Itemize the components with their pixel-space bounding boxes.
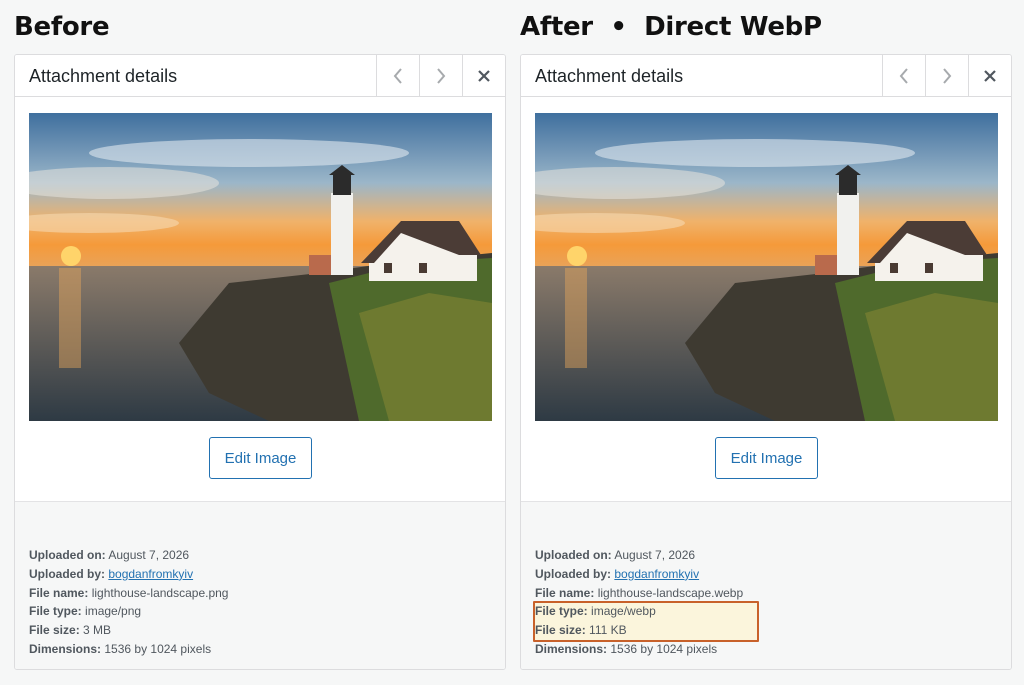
close-button[interactable] <box>462 55 505 96</box>
file-size-row: File size: 111 KB <box>535 621 743 640</box>
file-size-value: 111 KB <box>589 623 627 638</box>
file-name-row: File name: lighthouse-landscape.webp <box>535 584 743 603</box>
dimensions-label: Dimensions: <box>535 641 608 656</box>
next-button[interactable] <box>925 55 968 96</box>
uploaded-on-row: Uploaded on: August 7, 2026 <box>29 546 228 565</box>
file-size-label: File size: <box>29 623 80 638</box>
file-type-row: File type: image/png <box>29 602 228 621</box>
uploaded-by-label: Uploaded by: <box>29 566 106 581</box>
uploaded-on-row: Uploaded on: August 7, 2026 <box>535 546 743 565</box>
panel-header: Attachment details <box>15 55 505 97</box>
uploaded-by-row: Uploaded by: bogdanfromkyiv <box>29 565 228 584</box>
dimensions-value: 1536 by 1024 pixels <box>610 641 718 656</box>
file-name-value: lighthouse-landscape.webp <box>597 585 744 600</box>
dimensions-label: Dimensions: <box>29 641 102 656</box>
uploaded-by-link[interactable]: bogdanfromkyiv <box>108 567 193 581</box>
close-icon <box>984 69 996 82</box>
file-name-label: File name: <box>535 585 595 600</box>
uploaded-on-value: August 7, 2026 <box>614 548 696 562</box>
file-name-value: lighthouse-landscape.png <box>91 585 229 600</box>
uploaded-by-link[interactable]: bogdanfromkyiv <box>614 567 699 581</box>
attachment-details-panel: Attachment details Edit Image Uploaded o… <box>520 54 1012 670</box>
previous-button[interactable] <box>376 55 419 96</box>
edit-image-button[interactable]: Edit Image <box>715 437 818 479</box>
file-size-value: 3 MB <box>83 623 112 638</box>
file-name-label: File name: <box>29 585 89 600</box>
attachment-details-panel: Attachment details Edit Image Uploaded o… <box>14 54 506 670</box>
file-type-value: image/webp <box>591 604 656 619</box>
attachment-meta: Uploaded on: August 7, 2026 Uploaded by:… <box>15 501 505 669</box>
attachment-meta: Uploaded on: August 7, 2026 Uploaded by:… <box>521 501 1011 669</box>
dimensions-value: 1536 by 1024 pixels <box>104 641 212 656</box>
previous-button[interactable] <box>882 55 925 96</box>
uploaded-on-value: August 7, 2026 <box>108 548 190 562</box>
chevron-right-icon <box>437 67 446 84</box>
file-size-row: File size: 3 MB <box>29 621 228 640</box>
uploaded-by-row: Uploaded by: bogdanfromkyiv <box>535 565 743 584</box>
close-icon <box>478 69 490 82</box>
attachment-image <box>535 113 998 421</box>
file-type-row: File type: image/webp <box>535 602 743 621</box>
panel-title: Attachment details <box>29 66 178 86</box>
chevron-right-icon <box>943 67 952 84</box>
panel-title: Attachment details <box>535 66 684 86</box>
file-type-label: File type: <box>535 604 588 619</box>
uploaded-by-label: Uploaded by: <box>535 566 612 581</box>
chevron-left-icon <box>393 67 402 84</box>
chevron-left-icon <box>899 67 908 84</box>
edit-image-button[interactable]: Edit Image <box>209 437 312 479</box>
before-column: Before Attachment details Edit Image Upl… <box>14 0 506 685</box>
uploaded-on-label: Uploaded on: <box>29 548 106 562</box>
file-name-row: File name: lighthouse-landscape.png <box>29 584 228 603</box>
next-button[interactable] <box>419 55 462 96</box>
file-type-label: File type: <box>29 604 82 619</box>
file-type-value: image/png <box>85 604 142 619</box>
file-size-label: File size: <box>535 623 586 638</box>
dimensions-row: Dimensions: 1536 by 1024 pixels <box>29 640 228 659</box>
uploaded-on-label: Uploaded on: <box>535 548 612 562</box>
before-heading: Before <box>14 12 110 42</box>
dimensions-row: Dimensions: 1536 by 1024 pixels <box>535 640 743 659</box>
attachment-image <box>29 113 492 421</box>
after-column: After • Direct WebP Attachment details E… <box>520 0 1012 685</box>
after-heading: After • Direct WebP <box>520 12 822 42</box>
close-button[interactable] <box>968 55 1011 96</box>
panel-header: Attachment details <box>521 55 1011 97</box>
